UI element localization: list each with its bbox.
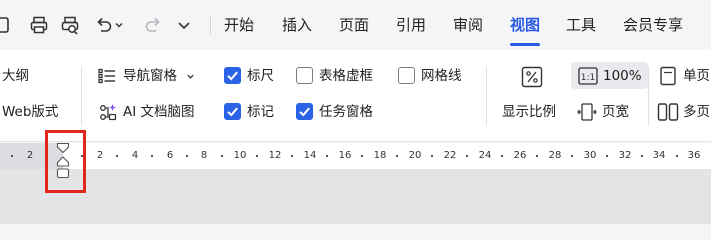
ruler-tick <box>466 155 468 157</box>
ruler-tick <box>116 155 118 157</box>
multi-page-button[interactable]: 多页 <box>683 103 710 121</box>
print-icon[interactable] <box>27 13 51 37</box>
ruler-tick <box>11 155 13 157</box>
display-ratio-icon[interactable] <box>520 65 544 89</box>
ruler-checkbox-label: 标尺 <box>247 68 274 84</box>
svg-text:1:1: 1:1 <box>581 73 595 83</box>
ruler-label: 32 <box>618 150 632 161</box>
task-pane-checkbox[interactable] <box>296 103 313 120</box>
toolbar-divider <box>210 16 211 34</box>
tab-tools[interactable]: 工具 <box>566 14 596 36</box>
ruler-tick <box>501 155 503 157</box>
view-ribbon: 大纲 Web版式 导航窗格 AI 文档脑图 标尺 表格虚框 网格线 标记 任务窗… <box>0 50 711 142</box>
ruler-tick <box>431 155 433 157</box>
ruler-tick <box>571 155 573 157</box>
ruler-label: 18 <box>373 150 387 161</box>
ribbon-separator <box>648 66 649 126</box>
ruler-label: 4 <box>131 150 139 161</box>
active-tab-indicator <box>510 43 540 46</box>
document-canvas-background <box>0 169 711 224</box>
tab-home[interactable]: 开始 <box>224 14 254 36</box>
title-tab-bar: 开始 插入 页面 引用 审阅 视图 工具 会员专享 <box>0 0 711 50</box>
ruler-tick <box>151 155 153 157</box>
zoom-percent-label: 100% <box>603 68 642 84</box>
gridlines-label: 网格线 <box>421 68 462 84</box>
tab-member[interactable]: 会员专享 <box>623 14 683 36</box>
more-chevron-icon[interactable] <box>172 13 196 37</box>
ai-mindmap-button[interactable]: AI 文档脑图 <box>123 103 195 121</box>
nav-pane-button[interactable]: 导航窗格 <box>123 67 177 85</box>
toolbar-partial-icon[interactable] <box>0 13 14 37</box>
outline-view-button[interactable]: 大纲 <box>2 67 29 85</box>
marks-checkbox-label: 标记 <box>247 104 274 120</box>
ruler-label: 10 <box>233 150 247 161</box>
page-width-button[interactable]: 页宽 <box>602 103 629 121</box>
ai-mindmap-icon <box>97 101 118 122</box>
ruler-label: 34 <box>652 150 666 161</box>
ruler-label: 12 <box>268 150 282 161</box>
marks-checkbox[interactable] <box>224 103 241 120</box>
ruler-label: 24 <box>478 150 492 161</box>
ruler-tick <box>291 155 293 157</box>
ruler-label: 26 <box>513 150 527 161</box>
actual-size-icon: 1:1 <box>577 66 599 86</box>
ruler-label: 36 <box>687 150 701 161</box>
gridlines-checkbox[interactable] <box>398 67 415 84</box>
web-layout-button[interactable]: Web版式 <box>2 103 58 121</box>
print-preview-icon[interactable] <box>58 13 82 37</box>
tab-review[interactable]: 审阅 <box>453 14 483 36</box>
table-gridlines-label: 表格虚框 <box>319 68 373 84</box>
ruler-tick <box>326 155 328 157</box>
tab-references[interactable]: 引用 <box>396 14 426 36</box>
tab-view[interactable]: 视图 <box>510 14 540 36</box>
single-page-icon <box>657 66 679 86</box>
ruler-label: 30 <box>583 150 597 161</box>
redo-icon[interactable] <box>141 13 165 37</box>
ruler-tick <box>676 155 678 157</box>
ruler-tick <box>606 155 608 157</box>
undo-dropdown-icon[interactable] <box>112 13 126 37</box>
ruler-label: 20 <box>408 150 422 161</box>
task-pane-checkbox-label: 任务窗格 <box>319 104 373 120</box>
tab-insert[interactable]: 插入 <box>282 14 312 36</box>
display-ratio-button[interactable]: 显示比例 <box>502 103 556 121</box>
ruler-tick <box>256 155 258 157</box>
horizontal-ruler[interactable]: 2 2 4 6 8 10 12 14 16 18 20 22 24 26 28 … <box>0 143 711 169</box>
tab-page[interactable]: 页面 <box>339 14 369 36</box>
ruler-tick <box>361 155 363 157</box>
ruler-label: 2 <box>26 150 34 161</box>
multi-page-icon <box>656 101 680 123</box>
ruler-label: 22 <box>443 150 457 161</box>
ribbon-separator <box>486 66 487 126</box>
table-gridlines-checkbox[interactable] <box>296 67 313 84</box>
ruler-tick <box>396 155 398 157</box>
nav-pane-icon <box>97 66 117 86</box>
ruler-label: 28 <box>548 150 562 161</box>
ruler-label: 8 <box>200 150 208 161</box>
ruler-tick <box>186 155 188 157</box>
ruler-checkbox[interactable] <box>224 67 241 84</box>
page-width-icon <box>576 101 598 123</box>
ruler-label: 2 <box>96 150 104 161</box>
highlight-box <box>45 130 86 193</box>
ruler-tick <box>536 155 538 157</box>
ruler-label: 6 <box>166 150 174 161</box>
ruler-tick <box>641 155 643 157</box>
ruler-label: 16 <box>338 150 352 161</box>
ribbon-separator <box>81 66 82 126</box>
single-page-button[interactable]: 单页 <box>683 67 710 85</box>
ruler-tick <box>221 155 223 157</box>
nav-pane-dropdown-icon[interactable] <box>185 70 195 82</box>
ruler-label: 14 <box>303 150 317 161</box>
